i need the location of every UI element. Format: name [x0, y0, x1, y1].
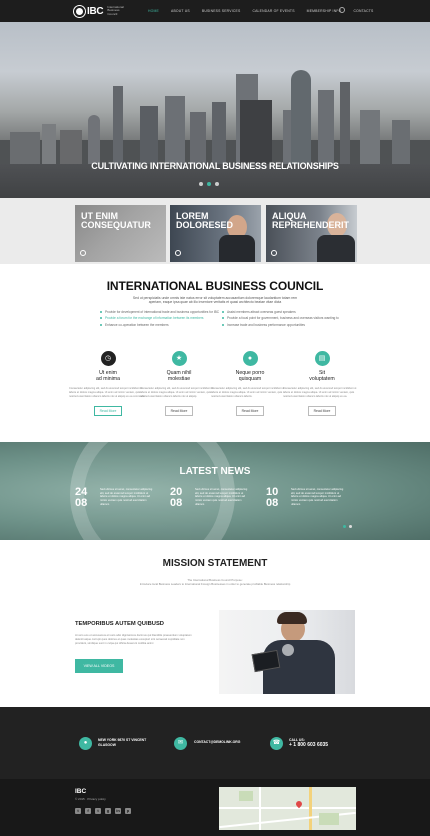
feature-text: Consectetur adipiscing elit, sed do eius… [283, 387, 357, 398]
person-icon: ● [242, 351, 258, 366]
phone-icon: ☎ [270, 737, 283, 750]
linkedin-icon[interactable]: in [115, 808, 121, 814]
plus-icon[interactable] [80, 250, 86, 256]
promo-card[interactable]: ALIQUA REPREHENDERIT [266, 205, 357, 262]
news-dot[interactable] [349, 525, 352, 528]
location-icon: ● [79, 737, 92, 750]
site-logo[interactable]: IBC International Business Council [74, 4, 130, 18]
plus-icon[interactable] [271, 250, 277, 256]
mission-heading: MISSION STATEMENT [162, 558, 268, 569]
footer-copyright: © 2015 · Privacy policy [75, 797, 106, 801]
clock-icon: ◷ [100, 351, 116, 366]
footer [0, 779, 430, 836]
video-section-title: TEMPORIBUS AUTEM QUIBUSD [75, 621, 164, 627]
news-text: Sed ultrices sit amet, consectetur adipi… [195, 488, 248, 506]
video-section-text: At vero eos et accusamus et iusto odio d… [75, 634, 192, 646]
mission-sub-line2: Introduce local Business Leaders to Inte… [139, 582, 291, 587]
globe-icon [74, 5, 85, 17]
slider-dot[interactable] [199, 182, 203, 186]
news-text: Sed ultrices sit amet, consectetur adipi… [100, 488, 153, 506]
feature-text: Consectetur adipiscing elit, sed do eius… [211, 387, 285, 398]
mission-subtitle: The International Business Council Purpo… [110, 578, 320, 587]
play-icon[interactable] [282, 644, 294, 656]
news-dot-active[interactable] [343, 525, 346, 528]
news-month: 08 [170, 497, 183, 509]
news-pagination [343, 525, 352, 528]
list-item: Increase trade and business performance … [222, 322, 339, 328]
feature-title: Ut enim ad minima [96, 370, 120, 382]
plus-icon[interactable] [175, 250, 181, 256]
promo-card[interactable]: UT ENIM CONSEQUATUR [75, 205, 166, 262]
news-text: Sed ultrices sit amet, consectetur adipi… [291, 488, 344, 506]
promo-card[interactable]: LOREM DOLORESED [170, 205, 261, 262]
map-widget[interactable] [219, 787, 356, 830]
read-more-button[interactable]: Read More [307, 405, 337, 416]
read-more-button[interactable]: Read More [164, 405, 194, 416]
list-item: Enhance co-operation between the members [100, 322, 219, 328]
feature-block: ◷ Ut enim ad minima Consectetur adipisci… [68, 351, 148, 417]
feature-title: Quam nihil molestiae [166, 370, 192, 382]
twitter-icon[interactable]: t [95, 808, 101, 814]
phone-number[interactable]: + 1 800 603 6035 [289, 742, 328, 748]
feature-text: Consectetur adipiscing elit, sed do eius… [140, 387, 214, 398]
nav-about[interactable]: About us [165, 9, 196, 13]
pinterest-icon[interactable]: p [125, 808, 131, 814]
search-icon[interactable] [339, 7, 345, 13]
nav-services[interactable]: Business services [196, 9, 247, 13]
right-bullet-list: Assist members attract overseas guest sp… [222, 309, 339, 328]
tumblr-icon[interactable]: t [75, 808, 81, 814]
news-month: 08 [75, 497, 88, 509]
nav-home[interactable]: Home [142, 9, 165, 13]
feature-block: ● Neque porro quisquam Consectetur adipi… [210, 351, 290, 417]
view-all-videos-button[interactable]: View all videos [75, 659, 123, 673]
news-heading: LATEST NEWS [179, 466, 251, 477]
facebook-icon[interactable]: f [85, 808, 91, 814]
document-icon: ▤ [314, 351, 330, 366]
card-title-line2: CONSEQUATUR [81, 219, 151, 230]
phone: CALL US: + 1 800 603 6035 [289, 738, 328, 747]
nav-contacts[interactable]: Contacts [347, 9, 379, 13]
read-more-button[interactable]: Read More [235, 405, 265, 416]
card-title-line2: DOLORESED [176, 219, 234, 230]
hero-caption: CULTIVATING INTERNATIONAL BUSINESS RELAT… [91, 161, 339, 171]
feature-title: Neque porro quisquam [235, 370, 265, 382]
address-line2: GLASGOW [98, 742, 116, 747]
hero-slider [0, 22, 430, 200]
slider-dot[interactable] [215, 182, 219, 186]
card-title-line2: REPREHENDERIT [272, 219, 350, 230]
address: NEW YORK 9870 ST VINCENT GLASGOW [98, 738, 146, 747]
intro-text: Sed ut perspiciatis unde omnis iste natu… [132, 296, 298, 305]
intro-heading: INTERNATIONAL BUSINESS COUNCIL [106, 279, 324, 293]
left-bullet-list: Provide for development of international… [100, 309, 219, 328]
feature-title: Sit voluptatem [309, 370, 335, 382]
mail-icon: ✉ [174, 737, 187, 750]
google-plus-icon[interactable]: g [105, 808, 111, 814]
feature-text: Consectetur adipiscing elit, sed do eius… [69, 387, 146, 398]
nav-calendar[interactable]: Calendar of events [246, 9, 300, 13]
hero-pagination [199, 182, 219, 186]
social-links: t f t g in p [75, 808, 131, 814]
video-thumbnail[interactable] [219, 610, 355, 694]
star-icon: ★ [171, 351, 187, 366]
logo-subtitle: International Business Council [107, 4, 124, 16]
address-line1: NEW YORK 9870 ST VINCENT [98, 738, 147, 742]
read-more-button[interactable]: Read More [93, 405, 123, 416]
footer-logo[interactable]: IBC [75, 788, 86, 795]
logo-text: IBC [87, 5, 104, 17]
slider-dot-active[interactable] [207, 182, 211, 186]
news-month: 08 [266, 497, 279, 509]
email-link[interactable]: CONTACT@DEMOLINK.ORG [194, 740, 240, 745]
feature-block: ★ Quam nihil molestiae Consectetur adipi… [139, 351, 219, 417]
feature-block: ▤ Sit voluptatem Consectetur adipiscing … [282, 351, 362, 417]
